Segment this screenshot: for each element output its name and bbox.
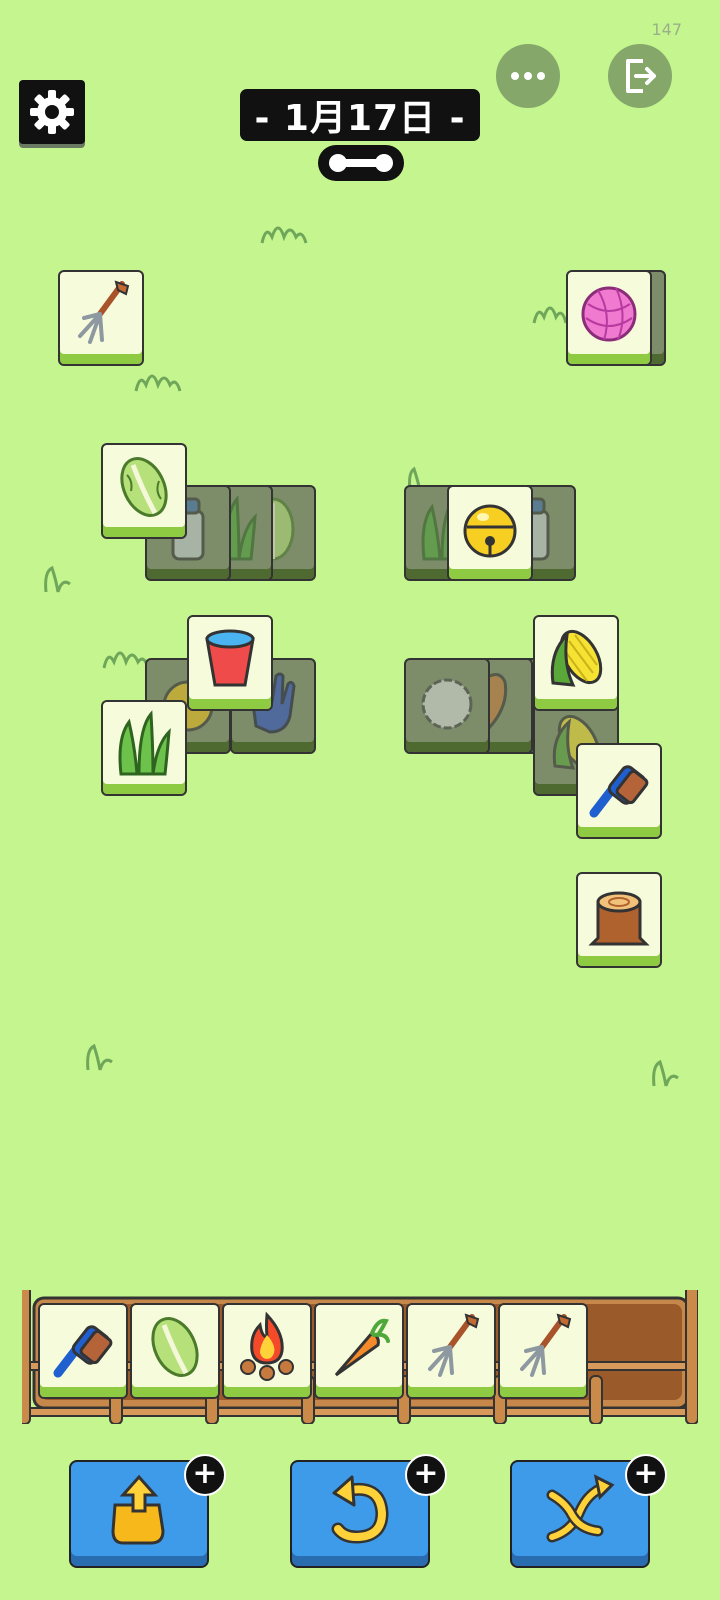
settings-button[interactable] bbox=[19, 80, 85, 144]
more-button[interactable] bbox=[496, 44, 560, 108]
pitchfork-icon bbox=[520, 1313, 572, 1377]
tray-slot-napa-cabbage bbox=[130, 1303, 220, 1399]
grass-tuft bbox=[44, 565, 71, 593]
bone-badge bbox=[318, 145, 404, 181]
tile-corn[interactable] bbox=[533, 615, 619, 711]
undo-plus-badge[interactable]: + bbox=[405, 1454, 447, 1496]
corn-icon bbox=[550, 629, 603, 687]
hand-up-icon bbox=[111, 1474, 165, 1545]
tile-red-bucket[interactable] bbox=[187, 615, 273, 711]
yarn-ball-icon bbox=[581, 286, 637, 342]
bone-icon bbox=[329, 154, 393, 172]
cabbage-icon bbox=[120, 457, 168, 517]
shuffle-arrows-icon bbox=[546, 1474, 615, 1543]
stump-icon bbox=[588, 891, 650, 946]
pitchfork-icon bbox=[428, 1313, 480, 1377]
tile-pitchfork[interactable] bbox=[58, 270, 144, 366]
tray-slot-carrot bbox=[314, 1303, 404, 1399]
tile-bell[interactable] bbox=[447, 485, 533, 581]
tile-napa-cabbage[interactable] bbox=[101, 443, 187, 539]
brush-icon bbox=[589, 765, 649, 818]
bell-icon bbox=[463, 504, 517, 558]
exit-icon bbox=[626, 59, 656, 93]
brush-icon bbox=[53, 1325, 113, 1378]
tray-slot-pitchfork bbox=[406, 1303, 496, 1399]
grass-icon bbox=[118, 710, 171, 776]
campfire-icon bbox=[240, 1311, 294, 1381]
tray-slot-campfire bbox=[222, 1303, 312, 1399]
pop-out-plus-badge[interactable]: + bbox=[184, 1454, 226, 1496]
date-title: - 1月17日 - bbox=[240, 89, 480, 141]
shuffle-plus-badge[interactable]: + bbox=[625, 1454, 667, 1496]
cabbage-icon bbox=[151, 1317, 199, 1377]
exit-button[interactable] bbox=[608, 44, 672, 108]
undo-arrow-icon bbox=[331, 1475, 389, 1544]
grass-tuft bbox=[652, 1059, 679, 1087]
tile-yarn-ball[interactable] bbox=[566, 270, 652, 366]
wool-icon bbox=[421, 678, 473, 730]
tile-tree-stump[interactable] bbox=[576, 872, 662, 968]
tile-blue-brush[interactable] bbox=[576, 743, 662, 839]
grass-tuft bbox=[134, 374, 182, 392]
carrot-icon bbox=[334, 1318, 390, 1377]
grass-tuft bbox=[86, 1043, 113, 1071]
bucket-icon bbox=[205, 629, 255, 687]
tile-grass[interactable] bbox=[101, 700, 187, 796]
tray-slot-blue-brush bbox=[38, 1303, 128, 1399]
tile-wool bbox=[404, 658, 490, 754]
grass-tuft bbox=[532, 306, 568, 324]
ellipsis-icon bbox=[511, 72, 545, 80]
tray-slot-pitchfork bbox=[498, 1303, 588, 1399]
gear-icon bbox=[30, 90, 74, 134]
pitchfork-icon bbox=[78, 280, 130, 344]
fps-counter: 147 bbox=[651, 20, 682, 39]
grass-tuft bbox=[260, 226, 308, 244]
